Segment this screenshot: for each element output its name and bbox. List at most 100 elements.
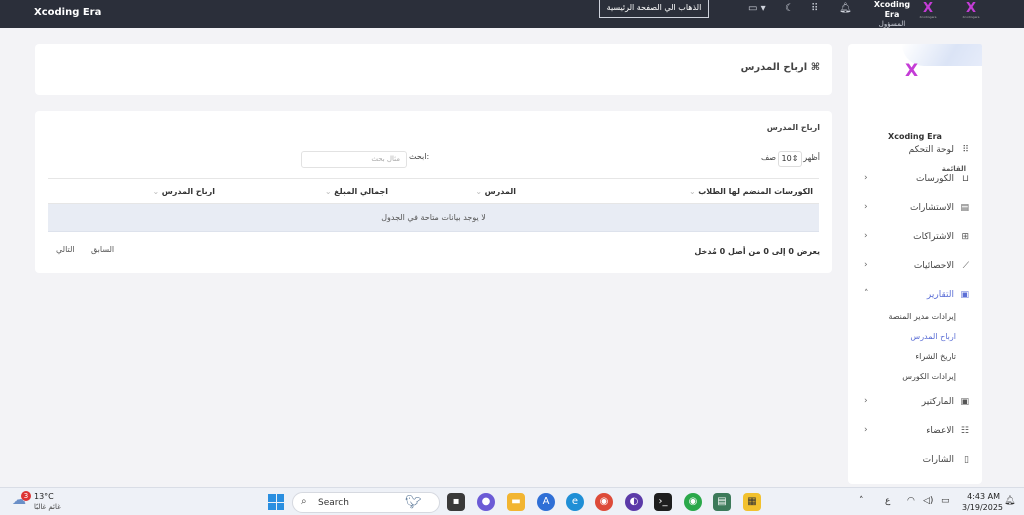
sidebar-item-label: لوحة التحكم bbox=[908, 145, 954, 155]
sticky-notes-icon[interactable]: ▦ bbox=[743, 493, 761, 511]
sidebar-item-label: التقارير bbox=[926, 290, 954, 300]
table-empty-row: لا يوجد بيانات متاحة في الجدول bbox=[48, 204, 819, 232]
taskbar-search[interactable]: ⌕ Search 🐦︎ bbox=[292, 492, 440, 513]
edge-icon[interactable]: e bbox=[566, 493, 584, 511]
sidebar-item-consultations[interactable]: › الاستشارات ▤ bbox=[848, 201, 982, 219]
weather-temperature[interactable]: 13°C bbox=[34, 492, 54, 501]
chrome-profile-icon[interactable]: ◉ bbox=[684, 493, 702, 511]
taskbar-clock[interactable]: 4:43 AM 3/19/2025 bbox=[962, 491, 1003, 513]
sort-icon: ⌄ bbox=[688, 187, 699, 196]
notepad-icon[interactable]: ▤ bbox=[713, 493, 731, 511]
user-avatar[interactable]: X Xcodingera bbox=[919, 2, 937, 20]
chevron-up-icon: ˄ bbox=[864, 289, 869, 299]
language-indicator[interactable]: ع bbox=[885, 496, 890, 506]
pagination-next[interactable]: التالي bbox=[56, 245, 75, 254]
page-length-value: 10 bbox=[781, 154, 792, 163]
sort-icon: ⌄ bbox=[324, 187, 335, 196]
chevron-left-icon: › bbox=[864, 425, 868, 435]
os-taskbar: ☁ 3 13°C غائم غالبًا ⌕ Search 🐦︎ ▪ ● ▬ A… bbox=[0, 487, 1024, 515]
volume-icon[interactable]: ◁) bbox=[923, 496, 933, 506]
users-icon: ☷ bbox=[960, 426, 969, 436]
sidebar-item-statistics[interactable]: › الاحصائيات ⟋ bbox=[848, 259, 982, 277]
avatar-logo-tag: Xcodingera bbox=[919, 15, 937, 19]
logo-icon: X bbox=[905, 61, 919, 81]
go-home-button[interactable]: الذهاب الي الصفحة الرئيسية bbox=[599, 0, 709, 18]
sidebar-item-badges[interactable]: الشارات ▯ bbox=[848, 453, 982, 471]
language-icon[interactable]: ▭ ▾ bbox=[748, 4, 766, 14]
search-icon: ⌕ bbox=[301, 496, 307, 507]
sidebar-item-subscriptions[interactable]: › الاشتراكات ⊞ bbox=[848, 230, 982, 248]
table-card: ارباح المدرس أظهر 10⇕ صف ابحث: مثال بحث … bbox=[35, 111, 832, 273]
page-title-text: ارباح المدرس bbox=[740, 62, 808, 73]
moon-icon[interactable]: ☾ bbox=[785, 4, 794, 14]
chevron-left-icon: › bbox=[864, 202, 868, 212]
site-logo-letter: X bbox=[965, 1, 977, 16]
taskbar-search-text: Search bbox=[318, 498, 349, 508]
sidebar-subitem-course-revenue[interactable]: إيرادات الكورس bbox=[902, 372, 956, 381]
archive-icon: ▣ bbox=[960, 290, 969, 300]
windows-start-icon[interactable] bbox=[268, 494, 284, 510]
sidebar-brand: Xcoding Era bbox=[888, 132, 942, 141]
site-logo[interactable]: X Xcodingera bbox=[962, 2, 980, 20]
notification-bell-icon[interactable]: 🔔︎ bbox=[1004, 496, 1015, 506]
sidebar-subitem-purchase-history[interactable]: تاريخ الشراء bbox=[915, 352, 956, 361]
store-icon[interactable]: A bbox=[537, 493, 555, 511]
folder-icon[interactable]: ▬ bbox=[507, 493, 525, 511]
archive-icon: ▣ bbox=[960, 397, 969, 407]
user-name: Xcoding Era bbox=[873, 0, 911, 19]
sort-icon: ⌄ bbox=[152, 187, 162, 196]
sidebar-item-courses[interactable]: › الكورسات ⊔ bbox=[848, 172, 982, 190]
table-header-row: ⌄ الكورسات المنضم لها الطلاب ⌄ المدرس ⌄ … bbox=[48, 178, 819, 204]
page-length-select[interactable]: 10⇕ bbox=[778, 151, 802, 167]
sidebar-logo[interactable]: X bbox=[848, 44, 982, 104]
page-header-card: ارباح المدرس ⌘ bbox=[35, 44, 832, 95]
chrome-icon[interactable]: ◉ bbox=[595, 493, 613, 511]
basket-icon: ⊔ bbox=[961, 174, 969, 184]
empty-table-message: لا يوجد بيانات متاحة في الجدول bbox=[381, 213, 486, 222]
user-role: المسؤول bbox=[878, 20, 906, 28]
show-entries-suffix: صف bbox=[761, 153, 777, 162]
sidebar-subitem-platform-revenue[interactable]: إيرادات مدير المنصة bbox=[888, 312, 956, 321]
show-entries-label: أظهر bbox=[803, 153, 820, 162]
wifi-icon[interactable]: ◠ bbox=[907, 496, 915, 506]
task-view-icon[interactable]: ▪ bbox=[447, 493, 465, 511]
chevron-up-icon[interactable]: ˄ bbox=[859, 496, 864, 506]
user-menu[interactable]: Xcoding Era المسؤول bbox=[866, 0, 918, 29]
brand-title: Xcoding Era bbox=[34, 7, 102, 18]
column-header-total-amount[interactable]: ⌄ اجمالي المبلغ bbox=[325, 187, 388, 196]
pagination-previous[interactable]: السابق bbox=[91, 245, 114, 254]
command-icon: ⌘ bbox=[810, 62, 820, 73]
clock-time: 4:43 AM bbox=[967, 492, 1000, 501]
sidebar-subitem-teacher-profits[interactable]: ارباح المدرس bbox=[910, 332, 956, 341]
chevron-left-icon: › bbox=[864, 173, 868, 183]
network-icon: ⊞ bbox=[961, 232, 969, 242]
table-title: ارباح المدرس bbox=[766, 123, 820, 132]
sidebar-item-reports[interactable]: ˄ التقارير ▣ bbox=[848, 288, 982, 306]
sidebar-item-label: الاستشارات bbox=[910, 203, 954, 213]
apps-grid-icon[interactable]: ⠿ bbox=[811, 4, 818, 14]
media-icon[interactable]: ◐ bbox=[625, 493, 643, 511]
site-logo-tag: Xcodingera bbox=[962, 15, 980, 19]
sort-icon: ⌄ bbox=[475, 187, 485, 196]
bell-icon[interactable]: 🔔︎ bbox=[839, 4, 852, 14]
grid-icon: ⠿ bbox=[962, 145, 969, 155]
sidebar-item-dashboard[interactable]: لوحة التحكم ⠿ bbox=[848, 143, 982, 161]
top-navbar: Xcoding Era الذهاب الي الصفحة الرئيسية ▭… bbox=[0, 0, 1024, 28]
chart-line-icon: ⟋ bbox=[962, 261, 969, 271]
weather-description[interactable]: غائم غالبًا bbox=[34, 503, 61, 511]
chevron-left-icon: › bbox=[864, 231, 868, 241]
chat-icon[interactable]: ● bbox=[477, 493, 495, 511]
terminal-icon[interactable]: ›_ bbox=[654, 493, 672, 511]
column-header-label: اجمالي المبلغ bbox=[334, 187, 388, 196]
battery-icon[interactable]: ▭ bbox=[941, 496, 950, 506]
column-header-courses[interactable]: ⌄ الكورسات المنضم لها الطلاب bbox=[689, 187, 813, 196]
column-header-teacher-profits[interactable]: ⌄ ارباح المدرس bbox=[152, 187, 215, 196]
column-header-label: ارباح المدرس bbox=[161, 187, 215, 196]
sidebar-item-marketer[interactable]: › الماركتير ▣ bbox=[848, 395, 982, 413]
badge-icon: ▯ bbox=[964, 455, 969, 465]
table-search-input[interactable]: مثال بحث bbox=[301, 151, 407, 168]
select-arrows-icon: ⇕ bbox=[791, 154, 799, 163]
column-header-teacher[interactable]: ⌄ المدرس bbox=[475, 187, 516, 196]
sidebar-item-members[interactable]: › الاعضاء ☷ bbox=[848, 424, 982, 442]
bird-icon: 🐦︎ bbox=[405, 495, 422, 510]
